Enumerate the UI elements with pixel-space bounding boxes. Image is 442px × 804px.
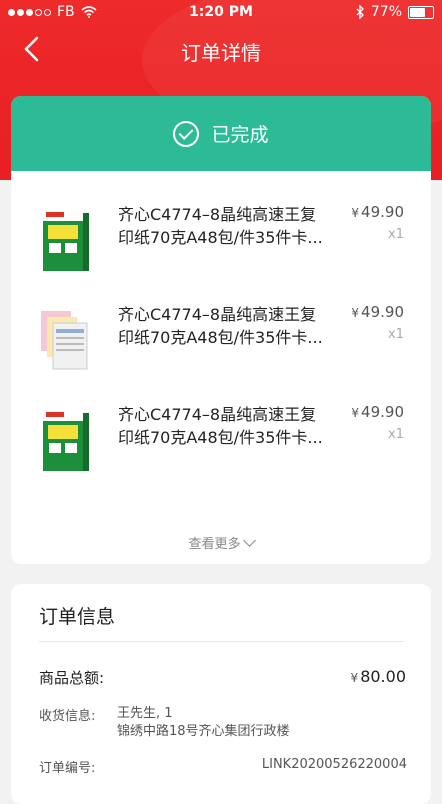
- divider: [39, 641, 404, 642]
- product-item[interactable]: 齐心C4774–8晶纯高速王复 印纸70克A48包/件35件卡... ¥49.9…: [11, 399, 431, 499]
- view-more-label: 查看更多: [188, 537, 241, 552]
- check-circle-icon: [173, 120, 200, 147]
- order-info-title: 订单信息: [39, 606, 116, 628]
- products-card: 已完成 齐心C4774–8晶纯高速王复 印纸70克A48包/件35件卡... ¥…: [11, 96, 431, 564]
- chevron-down-icon: [242, 534, 256, 547]
- product-price: ¥49.90: [351, 403, 404, 421]
- address-text: 王先生, 1 锦绣中路18号齐心集团行政楼: [117, 706, 290, 739]
- product-name: 齐心C4774–8晶纯高速王复 印纸70克A48包/件35件卡...: [118, 205, 323, 247]
- order-number: LINK20200526220004: [261, 757, 407, 772]
- total-value: ¥80.00: [350, 667, 406, 686]
- battery-icon: [408, 5, 434, 19]
- product-item[interactable]: 齐心C4774–8晶纯高速王复 印纸70克A48包/件35件卡... ¥49.9…: [11, 199, 431, 299]
- product-quantity: x1: [388, 427, 404, 442]
- order-number-label: 订单编号:: [39, 761, 96, 776]
- page-title: 订单详情: [181, 41, 261, 65]
- paper-pack-icon: [43, 209, 89, 271]
- total-label: 商品总额:: [39, 669, 105, 687]
- bluetooth-icon: [356, 5, 364, 19]
- product-item[interactable]: 齐心C4774–8晶纯高速王复 印纸70克A48包/件35件卡... ¥49.9…: [11, 299, 431, 399]
- form-paper-icon: [41, 311, 88, 370]
- view-more-button[interactable]: 查看更多: [11, 533, 431, 552]
- product-quantity: x1: [388, 327, 404, 342]
- paper-pack-icon: [43, 409, 89, 471]
- address-label: 收货信息:: [39, 709, 96, 724]
- status-bar: FB 1:20 PM 77%: [0, 0, 442, 24]
- product-name: 齐心C4774–8晶纯高速王复 印纸70克A48包/件35件卡...: [118, 305, 323, 347]
- product-price: ¥49.90: [351, 303, 404, 321]
- product-price: ¥49.90: [351, 203, 404, 221]
- navigation-bar: 订单详情: [0, 24, 442, 76]
- product-name: 齐心C4774–8晶纯高速王复 印纸70克A48包/件35件卡...: [118, 405, 323, 447]
- order-status-banner: 已完成: [11, 96, 431, 171]
- order-status-text: 已完成: [211, 124, 269, 146]
- battery-percent: 77%: [370, 4, 402, 20]
- product-quantity: x1: [388, 227, 404, 242]
- order-info-card: 订单信息 商品总额: ¥80.00 收货信息: 王先生, 1 锦绣中路18号齐心…: [11, 584, 431, 804]
